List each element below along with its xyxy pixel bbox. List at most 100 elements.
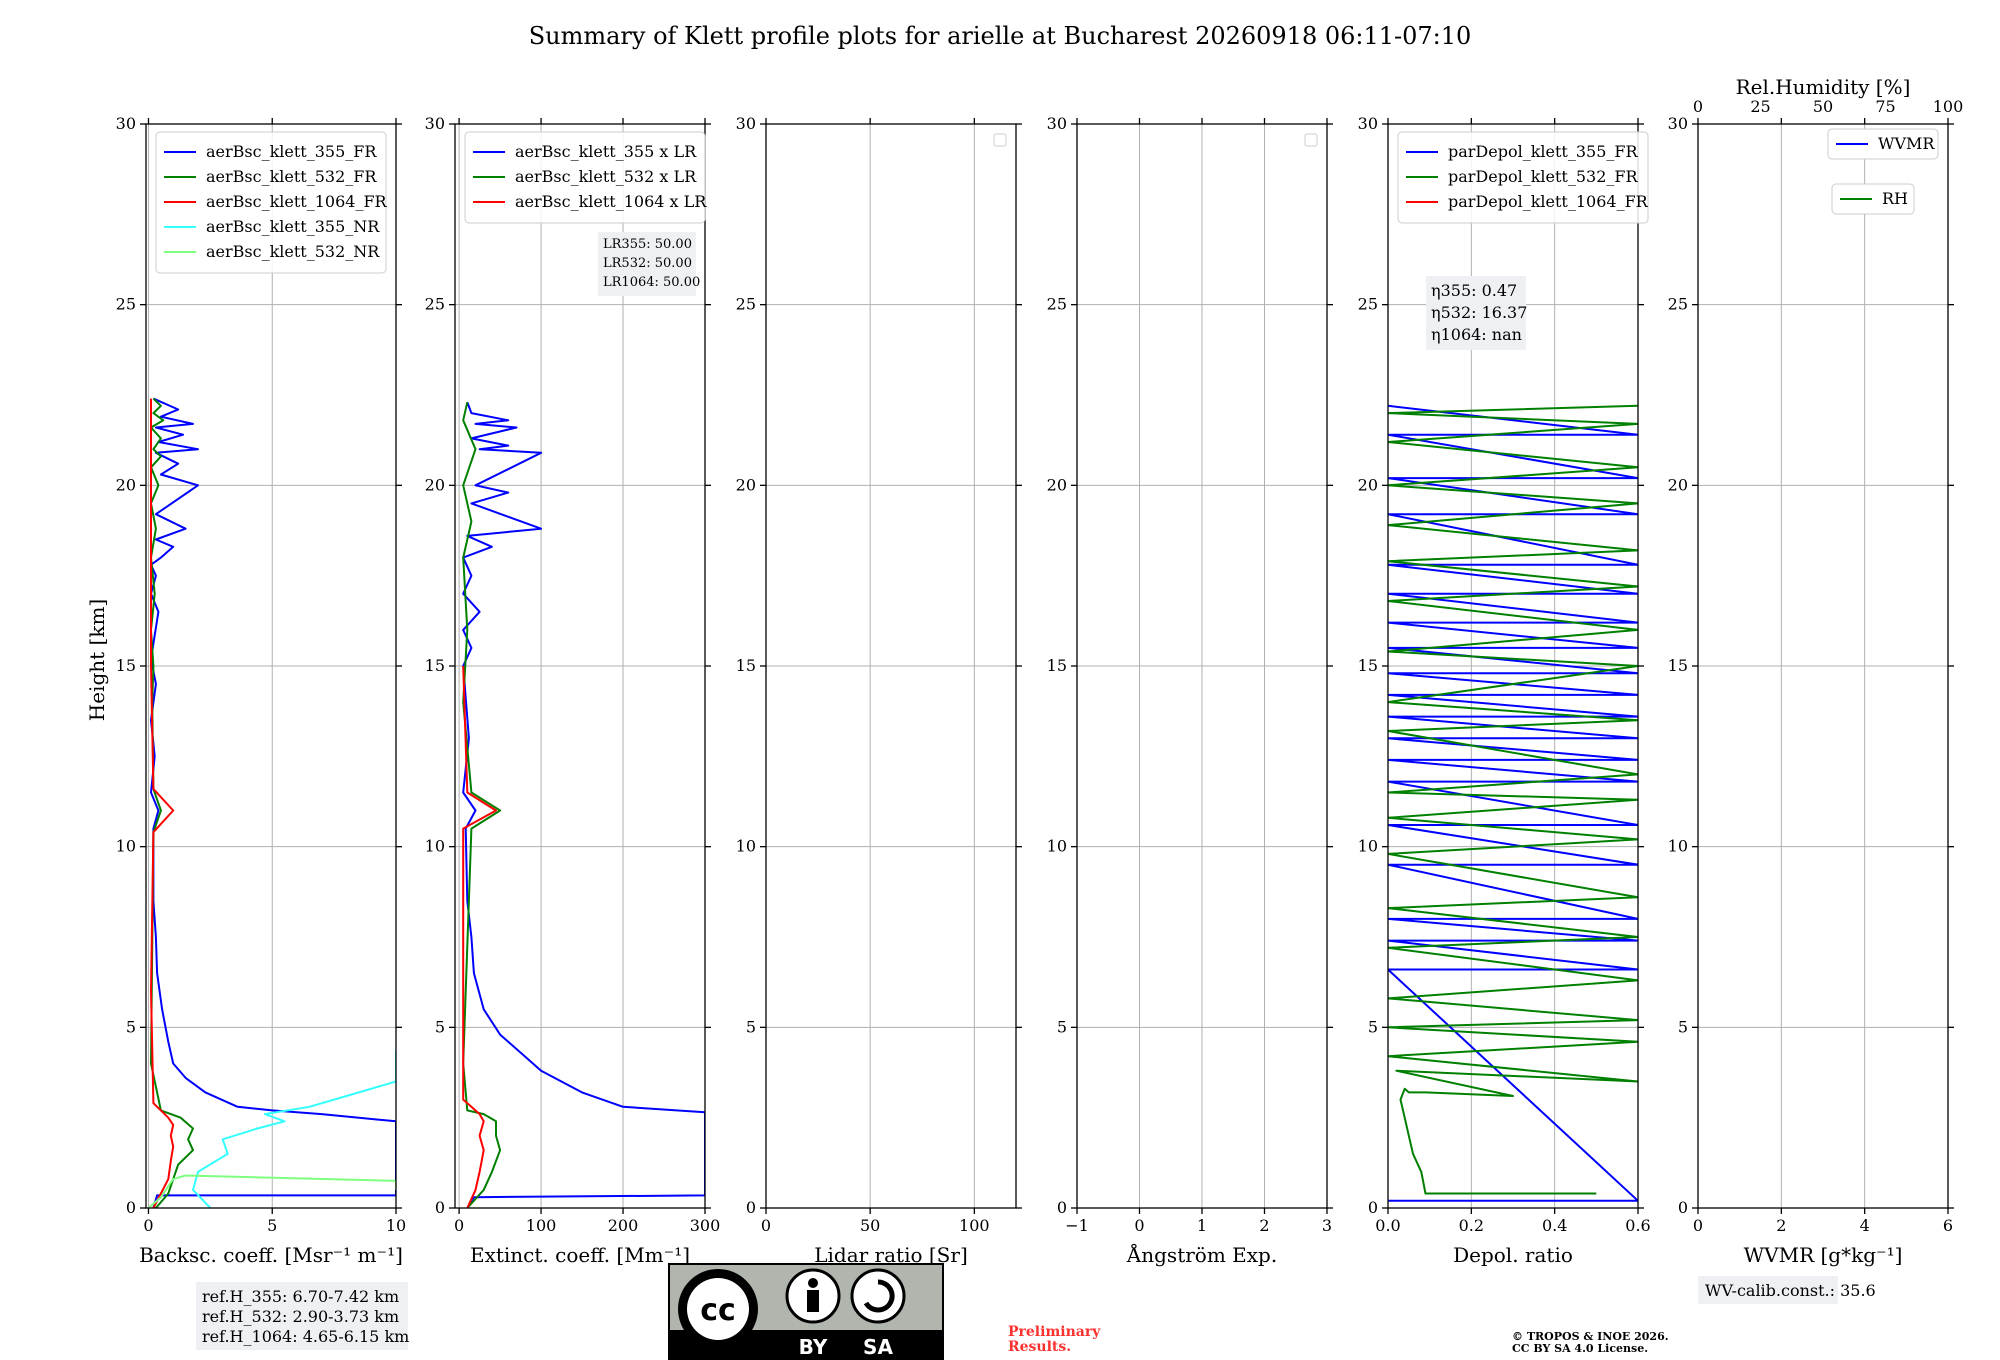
y-tick-label: 20: [1668, 475, 1688, 494]
y-tick-label: 0: [435, 1198, 445, 1217]
y-tick-label: 15: [1047, 656, 1067, 675]
legend-label: aerBsc_klett_355_NR: [206, 217, 380, 236]
x-tick-label: 0.0: [1375, 1216, 1400, 1235]
x-tick-label: 0.6: [1625, 1216, 1650, 1235]
annotation-box: LR355: 50.00 LR532: 50.00 LR1064: 50.00: [598, 232, 700, 296]
y-tick-label: 15: [1358, 656, 1378, 675]
legend: parDepol_klett_355_FR parDepol_klett_532_…: [1397, 131, 1649, 224]
x-tick-label: 4: [1860, 1216, 1870, 1235]
x-tick-label: 200: [608, 1216, 639, 1235]
series-line-aerBsc_klett_532_FR: [150, 397, 194, 1208]
annotation-box: η355: 0.47 η532: 16.37 η1064: nan: [1426, 276, 1527, 350]
y-tick-label: 0: [1057, 1198, 1067, 1217]
series-group: [1388, 404, 1638, 1202]
series-line-aerBsc_klett_532 x LR: [462, 401, 502, 1208]
y-tick-label: 5: [1057, 1017, 1067, 1036]
y-tick-label: 15: [736, 656, 756, 675]
y-tick-label: 25: [116, 295, 136, 314]
panel-ext: 0510152025300 100 200 300Extinct. coeff. [M…: [425, 114, 721, 1267]
y-tick-label: 20: [736, 475, 756, 494]
top-x-tick-label: 25: [1750, 97, 1770, 116]
y-tick-label: 20: [1358, 475, 1378, 494]
legend-label: aerBsc_klett_532 x LR: [515, 167, 697, 186]
series-line-aerBsc_klett_355 x LR: [462, 401, 705, 1208]
y-tick-label: 10: [425, 837, 445, 856]
y-tick-label: 15: [1668, 656, 1688, 675]
legend-label: aerBsc_klett_1064_FR: [206, 192, 388, 211]
x-tick-label: 6: [1943, 1216, 1953, 1235]
x-axis-label: Depol. ratio: [1453, 1243, 1573, 1267]
x-axis-label: Backsc. coeff. [Msr⁻¹ m⁻¹]: [139, 1243, 403, 1267]
x-tick-label: 1: [1197, 1216, 1207, 1235]
legend: aerBsc_klett_355 x LR aerBsc_klett_532 x …: [464, 131, 707, 224]
x-tick-label: 5: [267, 1216, 277, 1235]
y-tick-label: 0: [746, 1198, 756, 1217]
panel-depol: 0 5 10 15 20 25 30 0.0 0.2 0.4 0.6 Depol. ratio parD…: [1358, 114, 1651, 1267]
x-tick-label: 50: [860, 1216, 880, 1235]
series-line-parDepol_klett_532_FR: [1388, 404, 1638, 1195]
license-by-label: BY: [799, 1335, 828, 1359]
copyright-line-2: CC BY SA 4.0 License.: [1512, 1342, 1648, 1355]
legend-label: parDepol_klett_1064_FR: [1448, 192, 1649, 211]
annotation-text: LR532: 50.00: [603, 256, 692, 271]
panels: 0510152025300 5 10Backsc. coeff. [Msr⁻¹ m⁻…: [116, 75, 1963, 1350]
panel-wv: 0 5 10 15 20 25 30 0 2 4 6 WVMR [g*kg⁻¹] 0 25 50 75 100 R…: [1668, 75, 1963, 1304]
panel-lr: 0510152025300 50 100Lidar ratio [Sr]: [736, 114, 1022, 1267]
x-tick-label: 100: [959, 1216, 990, 1235]
y-tick-label: 5: [746, 1017, 756, 1036]
legend-label: WVMR: [1878, 134, 1935, 153]
sa-share-icon: [850, 1268, 906, 1324]
series-group: [462, 401, 705, 1208]
cc-mark: cc: [700, 1293, 736, 1328]
y-tick-label: 5: [435, 1017, 445, 1036]
person-head-icon: [808, 1278, 818, 1288]
top-x-axis-label: Rel.Humidity [%]: [1736, 75, 1911, 99]
x-tick-label: 0: [1134, 1216, 1144, 1235]
y-tick-label: 20: [1047, 475, 1067, 494]
y-tick-label: 0: [1368, 1198, 1378, 1217]
x-tick-label: 3: [1322, 1216, 1332, 1235]
figure: Summary of Klett profile plots for ariel…: [85, 22, 1963, 1360]
annotation-text: η355: 0.47: [1431, 281, 1517, 300]
annotation-text: LR355: 50.00: [603, 237, 692, 252]
annotation-box: ref.H_355: 6.70-7.42 kmref.H_532: 2.90-3…: [196, 1282, 409, 1350]
annotation-text: ref.H_532: 2.90-3.73 km: [202, 1307, 399, 1326]
y-tick-label: 25: [1047, 295, 1067, 314]
legend-label: RH: [1882, 189, 1908, 208]
annotation-text: ref.H_1064: 4.65-6.15 km: [202, 1327, 409, 1346]
y-tick-label: 15: [116, 656, 136, 675]
y-tick-label: 0: [126, 1198, 136, 1217]
y-tick-label: 25: [1668, 295, 1688, 314]
y-tick-label: 30: [1358, 114, 1378, 133]
y-tick-label: 30: [736, 114, 756, 133]
x-axis-label: Extinct. coeff. [Mm⁻¹]: [470, 1243, 690, 1267]
annotation-text: η1064: nan: [1431, 325, 1522, 344]
legend: aerBsc_klett_355_FR aerBsc_klett_532_FRae…: [155, 131, 388, 274]
y-tick-label: 10: [1047, 837, 1067, 856]
panel-bsc: 0 5 10 15 20 25 30 0 5 10 Backsc. coeff. [Msr⁻¹ m⁻…: [116, 114, 409, 1350]
top-x-tick-label: 75: [1875, 97, 1895, 116]
x-tick-label: 0.2: [1459, 1216, 1484, 1235]
y-tick-label: 10: [1358, 837, 1378, 856]
y-tick-label: 20: [425, 475, 445, 494]
x-axis-label: WVMR [g*kg⁻¹]: [1744, 1243, 1903, 1267]
legend-label: aerBsc_klett_532_NR: [206, 242, 380, 261]
legend: WVMR RH: [1827, 128, 1939, 215]
x-tick-label: 0: [761, 1216, 771, 1235]
y-tick-label: 20: [116, 475, 136, 494]
y-tick-label: 0: [1678, 1198, 1688, 1217]
preliminary-line-1: Preliminary: [1008, 1324, 1101, 1340]
x-tick-label: 100: [526, 1216, 557, 1235]
y-tick-label: 10: [116, 837, 136, 856]
legend-label: parDepol_klett_355_FR: [1448, 142, 1639, 161]
annotation-box: WV-calib.const.: 35.6: [1698, 1276, 1876, 1304]
empty-legend-box: [1304, 133, 1318, 147]
empty-legend-box: [993, 133, 1007, 147]
y-tick-label: 5: [1678, 1017, 1688, 1036]
series-line-aerBsc_klett_355_NR: [192, 1050, 396, 1208]
x-tick-label: 300: [690, 1216, 721, 1235]
height-axis-label: Height [km]: [85, 599, 109, 721]
legend-label: parDepol_klett_532_FR: [1448, 167, 1639, 186]
annotation-text: η532: 16.37: [1431, 303, 1527, 322]
legend-label: aerBsc_klett_1064 x LR: [515, 192, 707, 211]
